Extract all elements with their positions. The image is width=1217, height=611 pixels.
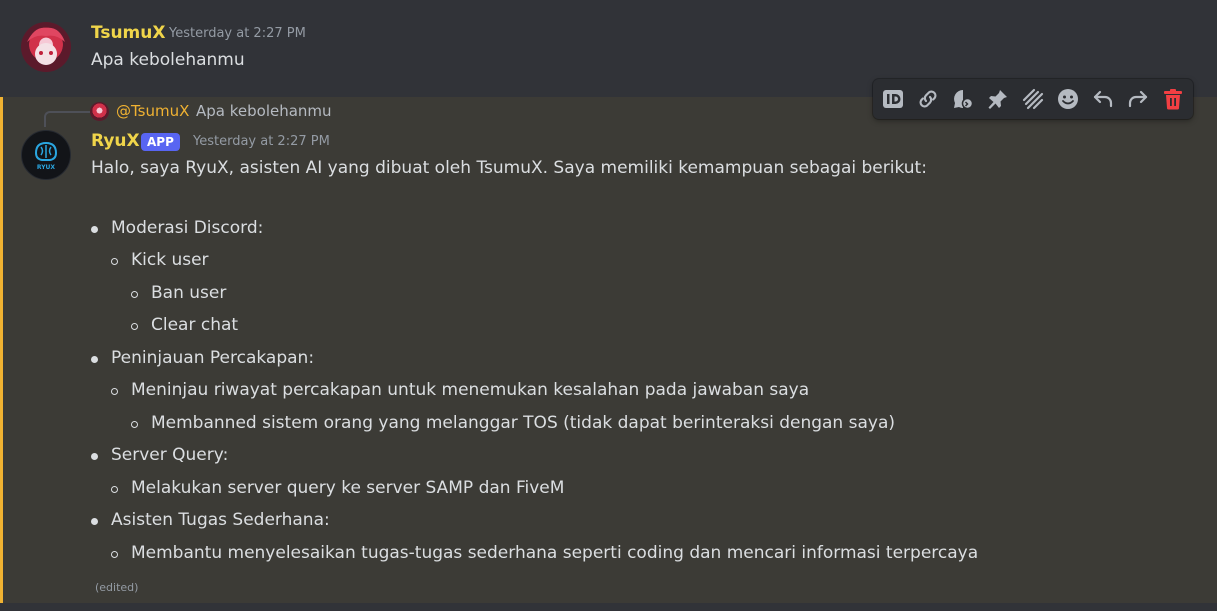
bullet-disc	[91, 356, 98, 363]
forward-icon[interactable]	[1126, 87, 1150, 111]
username[interactable]: TsumuX	[91, 23, 165, 43]
apps-icon[interactable]	[1021, 87, 1045, 111]
list-subsubitem: Membanned sistem orang yang melanggar TO…	[151, 413, 895, 433]
list-item: Server Query:	[111, 445, 229, 465]
list-item: Asisten Tugas Sederhana:	[111, 510, 330, 530]
app-badge: APP	[141, 133, 180, 151]
timestamp: Yesterday at 2:27 PM	[193, 134, 330, 149]
message-tsumux: TsumuX Yesterday at 2:27 PM Apa keboleha…	[0, 0, 1217, 90]
link-icon[interactable]	[916, 87, 940, 111]
bullet-circle	[111, 388, 118, 395]
list-item: Moderasi Discord:	[111, 218, 264, 238]
avatar[interactable]	[21, 22, 71, 72]
bullet-circle	[111, 486, 118, 493]
avatar-logo-text: RYUX	[37, 164, 56, 171]
message-actions-toolbar	[873, 79, 1193, 119]
bullet-disc	[91, 226, 98, 233]
bullet-circle	[131, 421, 138, 428]
list-item: Peninjauan Percakapan:	[111, 348, 315, 368]
bullet-circle	[131, 291, 138, 298]
bullet-circle	[131, 323, 138, 330]
edited-label: (edited)	[95, 581, 139, 594]
list-subitem: Membantu menyelesaikan tugas-tugas seder…	[131, 543, 979, 563]
avatar[interactable]: RYUX	[21, 130, 71, 180]
mention-highlight-bar	[0, 97, 3, 603]
timestamp: Yesterday at 2:27 PM	[169, 26, 306, 41]
username[interactable]: RyuX	[91, 131, 140, 151]
thread-icon[interactable]	[951, 87, 975, 111]
list-subitem: Meninjau riwayat percakapan untuk menemu…	[131, 380, 810, 400]
list-subitem: Kick user	[131, 250, 209, 270]
bullet-circle	[111, 258, 118, 265]
reply-icon[interactable]	[1091, 87, 1115, 111]
bullet-disc	[91, 518, 98, 525]
reply-avatar[interactable]	[90, 102, 109, 121]
message-content: Apa kebolehanmu	[91, 50, 245, 70]
message-ryux: @TsumuX Apa kebolehanmu RYUX RyuX APP Ye…	[0, 97, 1217, 603]
list-subsubitem: Ban user	[151, 283, 227, 303]
reply-preview[interactable]: Apa kebolehanmu	[196, 102, 332, 120]
bullet-circle	[111, 551, 118, 558]
delete-icon[interactable]	[1161, 87, 1185, 111]
reply-connector	[44, 111, 90, 127]
list-subsubitem: Clear chat	[151, 315, 239, 335]
message-intro: Halo, saya RyuX, asisten AI yang dibuat …	[91, 158, 927, 178]
emoji-icon[interactable]	[1056, 87, 1080, 111]
bullet-disc	[91, 453, 98, 460]
pin-icon[interactable]	[986, 87, 1010, 111]
reply-username[interactable]: @TsumuX	[116, 102, 189, 120]
id-icon[interactable]	[881, 87, 905, 111]
list-subitem: Melakukan server query ke server SAMP da…	[131, 478, 565, 498]
